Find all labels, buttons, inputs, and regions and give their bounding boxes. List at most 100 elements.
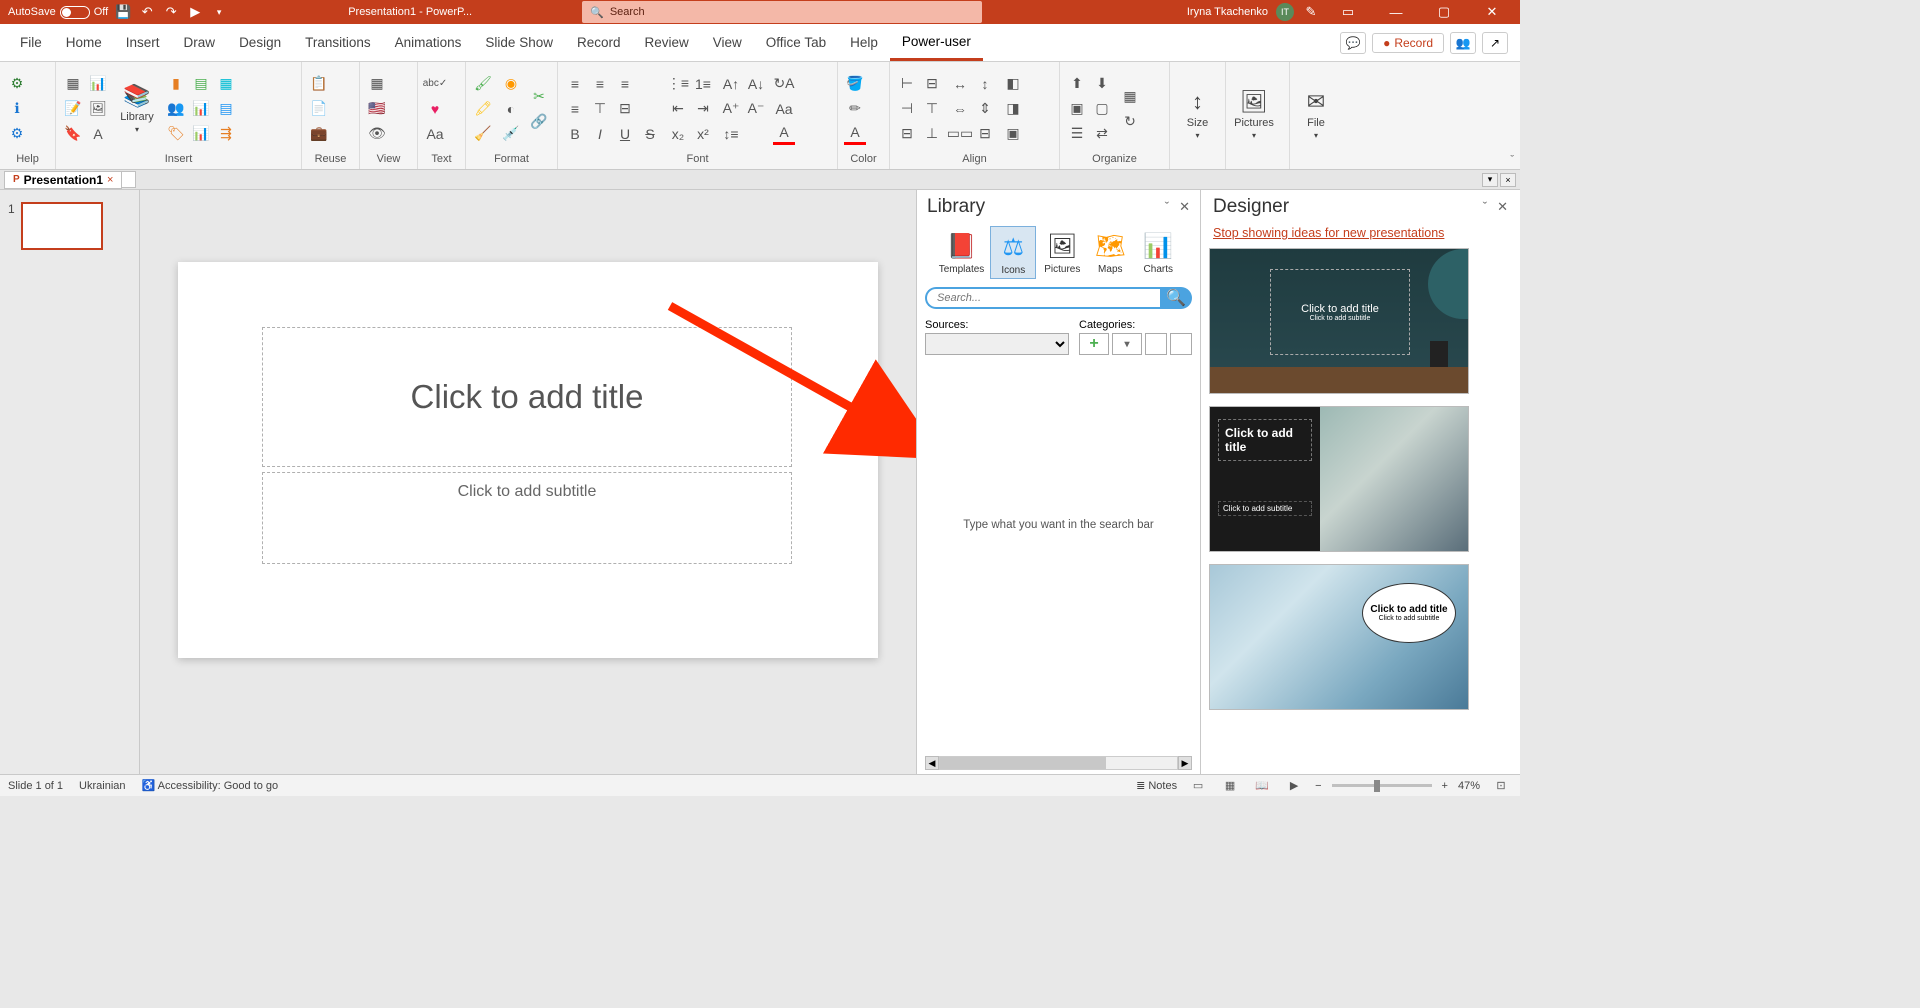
- category-dropdown-icon[interactable]: ▾: [1112, 333, 1142, 355]
- lib-cat-charts[interactable]: 📊Charts: [1136, 226, 1180, 279]
- lib-cat-pictures[interactable]: 🖼Pictures: [1040, 226, 1084, 279]
- filter-2-button[interactable]: [1170, 333, 1192, 355]
- link-shapes-icon[interactable]: 🔗: [528, 110, 550, 132]
- distribute-v-icon[interactable]: ↕: [974, 73, 996, 95]
- add-category-button[interactable]: +: [1079, 333, 1109, 355]
- strike-icon[interactable]: S: [639, 123, 661, 145]
- superscript-icon[interactable]: x²: [692, 123, 714, 145]
- shrink-font-icon[interactable]: A↓: [745, 73, 767, 95]
- dock-right-icon[interactable]: ◨: [1002, 98, 1024, 120]
- library-search-button[interactable]: 🔍: [1160, 287, 1192, 309]
- bullets-icon[interactable]: ⋮≡: [667, 73, 689, 95]
- maximize-icon[interactable]: ▢: [1424, 0, 1464, 24]
- rotate-icon[interactable]: ↻: [1119, 110, 1141, 132]
- user-avatar[interactable]: IT: [1276, 3, 1294, 21]
- align-justify-icon[interactable]: ≡: [564, 98, 586, 120]
- align-obj-right-icon[interactable]: ⊣: [896, 98, 918, 120]
- size-button[interactable]: ↕Size▾: [1176, 85, 1219, 145]
- paste-icon[interactable]: 📋: [308, 73, 330, 95]
- align-v-top-icon[interactable]: ⊤: [589, 98, 611, 120]
- qat-more-icon[interactable]: ▾: [210, 3, 228, 21]
- doc-tab-close-all-icon[interactable]: ×: [1500, 173, 1516, 187]
- zoom-out-button[interactable]: −: [1315, 780, 1321, 792]
- italic-icon[interactable]: I: [589, 123, 611, 145]
- tab-animations[interactable]: Animations: [383, 25, 474, 61]
- merge-shapes-icon[interactable]: ◉: [500, 73, 522, 95]
- align-obj-bottom-icon[interactable]: ⊥: [921, 123, 943, 145]
- pen-icon[interactable]: ✎: [1302, 3, 1320, 21]
- from-beginning-icon[interactable]: ▶: [186, 3, 204, 21]
- zoom-level[interactable]: 47%: [1458, 780, 1480, 792]
- tab-transitions[interactable]: Transitions: [293, 25, 383, 61]
- waterfall-icon[interactable]: 📊: [190, 98, 212, 120]
- align-obj-top-icon[interactable]: ⊤: [921, 98, 943, 120]
- doc-tab[interactable]: P Presentation1 ×: [4, 171, 122, 189]
- align-center-icon[interactable]: ≡: [589, 73, 611, 95]
- mekko-icon[interactable]: ▤: [215, 98, 237, 120]
- library-button[interactable]: 📚Library▾: [115, 79, 159, 139]
- tab-file[interactable]: File: [8, 25, 54, 61]
- zoom-in-button[interactable]: +: [1442, 780, 1448, 792]
- view-compare-icon[interactable]: 👁: [366, 123, 388, 145]
- minimize-icon[interactable]: —: [1376, 0, 1416, 24]
- same-height-icon[interactable]: ⇕: [974, 98, 996, 120]
- library-collapse-icon[interactable]: ˇ: [1165, 199, 1169, 215]
- slideshow-view-icon[interactable]: ▶: [1283, 778, 1305, 794]
- close-icon[interactable]: ✕: [1472, 0, 1512, 24]
- align-obj-middle-icon[interactable]: ⊟: [896, 123, 918, 145]
- insert-stamp-icon[interactable]: 🔖: [62, 123, 84, 145]
- stack-v-icon[interactable]: ⊟: [974, 123, 996, 145]
- align-obj-left-icon[interactable]: ⊢: [896, 73, 918, 95]
- sankey-icon[interactable]: ⇶: [215, 123, 237, 145]
- text-direction-icon[interactable]: ↻A: [773, 73, 795, 95]
- tab-home[interactable]: Home: [54, 25, 114, 61]
- slide[interactable]: Click to add title Click to add subtitle: [178, 262, 878, 658]
- align-right-icon[interactable]: ≡: [614, 73, 636, 95]
- fill-color-icon[interactable]: 🪣: [844, 73, 866, 95]
- autosave-toggle[interactable]: AutoSave Off: [8, 6, 108, 19]
- fit-to-window-icon[interactable]: ⊡: [1490, 778, 1512, 794]
- present-teams-button[interactable]: 👥: [1450, 32, 1476, 54]
- center-slide-icon[interactable]: ▣: [1002, 123, 1024, 145]
- heart-icon[interactable]: ♥: [424, 98, 446, 120]
- format-painter-icon[interactable]: 🖌: [472, 73, 494, 95]
- design-idea-2[interactable]: Click to add titleClick to add subtitle: [1209, 406, 1469, 552]
- lib-cat-icons[interactable]: ⚖Icons: [990, 226, 1036, 279]
- spellcheck-icon[interactable]: abc✓: [424, 73, 446, 95]
- design-idea-1[interactable]: Click to add titleClick to add subtitle: [1209, 248, 1469, 394]
- scroll-left-icon[interactable]: ◀: [925, 756, 939, 770]
- language-indicator[interactable]: Ukrainian: [79, 780, 125, 792]
- library-scrollbar[interactable]: [939, 756, 1178, 770]
- tab-record[interactable]: Record: [565, 25, 633, 61]
- sorter-view-icon[interactable]: ▦: [1219, 778, 1241, 794]
- comments-button[interactable]: 💬: [1340, 32, 1366, 54]
- pictures-button[interactable]: 🖼Pictures▾: [1232, 85, 1276, 145]
- help-info-icon[interactable]: ℹ: [6, 98, 28, 120]
- font-dec-icon[interactable]: A⁻: [745, 98, 767, 120]
- indent-icon[interactable]: ⇥: [692, 98, 714, 120]
- group-icon[interactable]: ▣: [1066, 98, 1088, 120]
- stop-showing-ideas-link[interactable]: Stop showing ideas for new presentations: [1201, 224, 1520, 248]
- grow-font-icon[interactable]: A↑: [720, 73, 742, 95]
- file-button[interactable]: ✉File▾: [1296, 85, 1336, 145]
- calendar-icon[interactable]: ▦: [215, 73, 237, 95]
- undo-icon[interactable]: ↶: [138, 3, 156, 21]
- insert-table-icon[interactable]: ▦: [62, 73, 84, 95]
- align-v-mid-icon[interactable]: ⊟: [614, 98, 636, 120]
- gantt-icon[interactable]: ▤: [190, 73, 212, 95]
- pipette-icon[interactable]: 💉: [500, 123, 522, 145]
- slide-thumbnail-1[interactable]: [21, 202, 103, 250]
- lib-cat-templates[interactable]: 📕Templates: [937, 226, 987, 279]
- slide-counter[interactable]: Slide 1 of 1: [8, 780, 63, 792]
- symmetry-icon[interactable]: ◐: [500, 98, 522, 120]
- send-back-icon[interactable]: ⬇: [1091, 73, 1113, 95]
- doc-tab-close-icon[interactable]: ×: [107, 174, 113, 186]
- crop-shape-icon[interactable]: ✂: [528, 85, 550, 107]
- user-name[interactable]: Iryna Tkachenko: [1187, 6, 1268, 18]
- selection-pane-icon[interactable]: ☰: [1066, 123, 1088, 145]
- price-tag-icon[interactable]: 🏷: [165, 123, 187, 145]
- redo-icon[interactable]: ↷: [162, 3, 180, 21]
- ungroup-icon[interactable]: ▢: [1091, 98, 1113, 120]
- tab-design[interactable]: Design: [227, 25, 293, 61]
- tombstone-icon[interactable]: ▮: [165, 73, 187, 95]
